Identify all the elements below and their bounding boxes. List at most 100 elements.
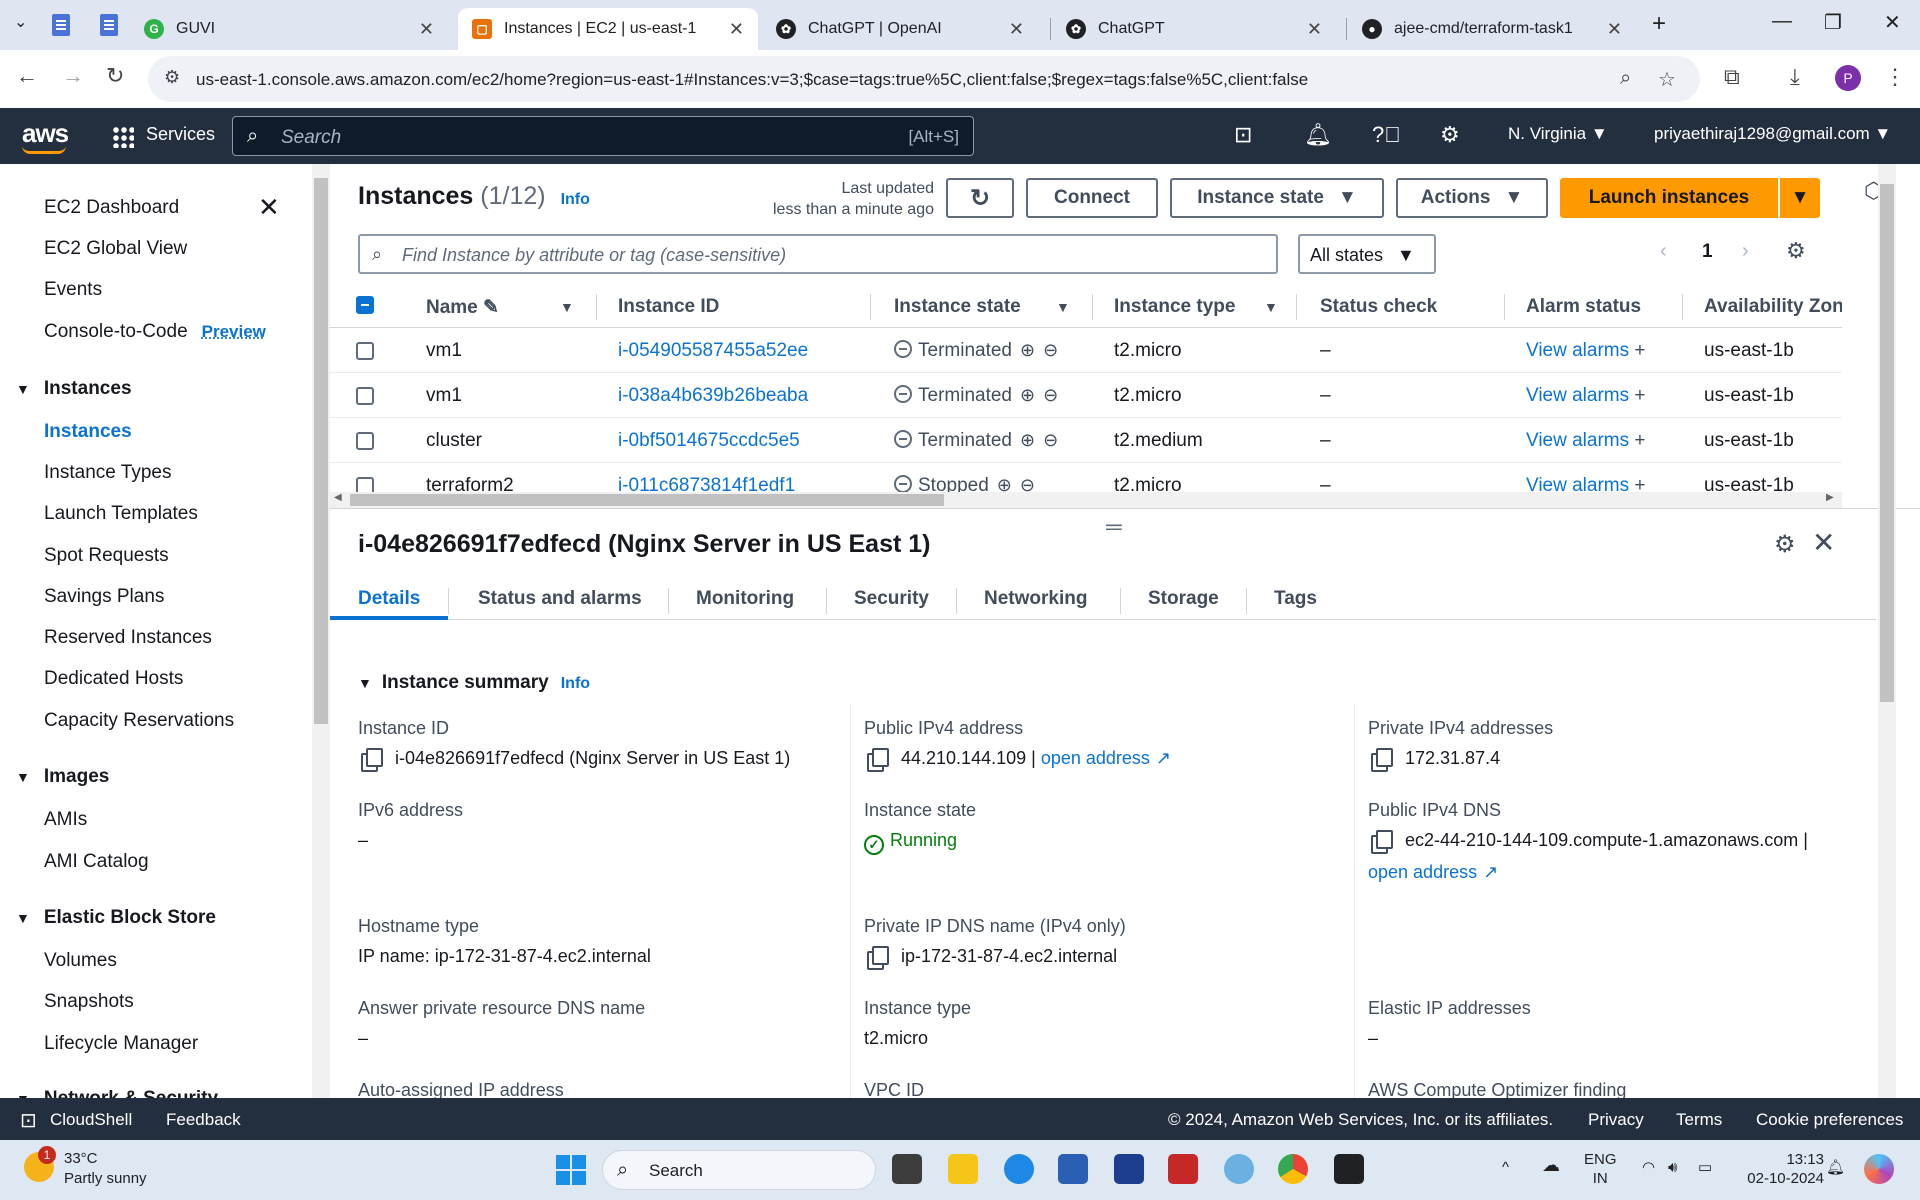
tab-guvi[interactable]: G GUVI ✕ bbox=[130, 8, 448, 50]
close-tab-icon[interactable]: ✕ bbox=[1607, 19, 1622, 40]
terminal-icon[interactable] bbox=[1334, 1154, 1364, 1184]
feedback-link[interactable]: Feedback bbox=[166, 1110, 241, 1130]
sidebar-item-ec2-dashboard[interactable]: EC2 Dashboard bbox=[44, 197, 179, 219]
zoom-out-icon[interactable]: ⊖ bbox=[1043, 430, 1058, 450]
notification-bell-icon[interactable]: 🔔︎ bbox=[1826, 1158, 1845, 1177]
next-page-icon[interactable]: › bbox=[1742, 240, 1749, 263]
close-tab-icon[interactable]: ✕ bbox=[1009, 19, 1024, 40]
cell-alarm-status[interactable]: View alarms + bbox=[1526, 430, 1646, 452]
sidebar-item-events[interactable]: Events bbox=[44, 279, 102, 301]
preferences-gear-icon[interactable]: ⚙ bbox=[1786, 238, 1806, 264]
find-instance-input[interactable]: ⌕ Find Instance by attribute or tag (cas… bbox=[358, 234, 1278, 274]
zoom-in-icon[interactable]: ⊕ bbox=[1020, 385, 1035, 405]
scroll-right-icon[interactable]: ▶ bbox=[1826, 492, 1834, 503]
sidebar-item-reserved-instances[interactable]: Reserved Instances bbox=[44, 627, 212, 649]
cell-instance-id-link[interactable]: i-054905587455a52ee bbox=[618, 340, 808, 362]
scrollbar-thumb[interactable] bbox=[1880, 184, 1894, 702]
cell-alarm-status[interactable]: View alarms + bbox=[1526, 475, 1646, 492]
l-app-icon[interactable] bbox=[1114, 1154, 1144, 1184]
close-window-icon[interactable]: ✕ bbox=[1884, 10, 1901, 35]
language-indicator[interactable]: ENG IN bbox=[1584, 1150, 1617, 1188]
zoom-in-icon[interactable]: ⊕ bbox=[1020, 340, 1035, 360]
help-icon[interactable]: ?⃝ bbox=[1372, 122, 1401, 148]
forward-icon[interactable]: → bbox=[62, 63, 84, 89]
sidebar-item-ami-catalog[interactable]: AMI Catalog bbox=[44, 851, 149, 873]
info-link[interactable]: Info bbox=[561, 675, 590, 692]
column-instance-type[interactable]: Instance type bbox=[1114, 296, 1235, 318]
zoom-out-icon[interactable]: ⊖ bbox=[1020, 475, 1035, 492]
cell-alarm-status[interactable]: View alarms + bbox=[1526, 385, 1646, 407]
tab-status-and-alarms[interactable]: Status and alarms bbox=[478, 588, 642, 610]
copy-icon[interactable] bbox=[872, 946, 889, 965]
new-tab-icon[interactable]: + bbox=[1652, 10, 1666, 38]
column-instance-id[interactable]: Instance ID bbox=[618, 296, 719, 318]
sidebar-item-amis[interactable]: AMIs bbox=[44, 809, 87, 831]
close-tab-icon[interactable]: ✕ bbox=[729, 19, 744, 40]
state-filter-select[interactable]: All states ▼ bbox=[1298, 234, 1436, 274]
tab-storage[interactable]: Storage bbox=[1148, 588, 1219, 610]
column-divider[interactable] bbox=[1504, 294, 1505, 320]
sidebar-item-snapshots[interactable]: Snapshots bbox=[44, 991, 134, 1013]
launch-instances-button[interactable]: Launch instances bbox=[1560, 178, 1778, 218]
sort-caret-icon[interactable]: ▼ bbox=[1264, 299, 1278, 315]
tab-details[interactable]: Details bbox=[358, 588, 420, 610]
tab-security[interactable]: Security bbox=[854, 588, 929, 610]
view-alarms-link[interactable]: View alarms bbox=[1526, 385, 1629, 406]
bookmark-star-icon[interactable]: ☆ bbox=[1658, 67, 1676, 92]
preview-badge[interactable]: Preview bbox=[202, 322, 266, 341]
actions-button[interactable]: Actions ▼ bbox=[1396, 178, 1548, 218]
copy-icon[interactable] bbox=[1376, 830, 1393, 849]
mcafee-icon[interactable] bbox=[1168, 1154, 1198, 1184]
scrollbar-thumb[interactable] bbox=[314, 178, 328, 724]
browser-menu-icon[interactable]: ⋮ bbox=[1884, 64, 1906, 90]
sidebar-section-instances[interactable]: ▼ Instances bbox=[16, 378, 132, 400]
site-info-icon[interactable]: ⚙ bbox=[164, 67, 180, 88]
sidebar-scrollbar[interactable] bbox=[312, 164, 330, 1098]
sidebar-item-capacity-reservations[interactable]: Capacity Reservations bbox=[44, 710, 234, 732]
zoom-out-icon[interactable]: ⊖ bbox=[1043, 385, 1058, 405]
omnibox[interactable]: ⚙ us-east-1.console.aws.amazon.com/ec2/h… bbox=[148, 56, 1700, 102]
edge-browser-icon[interactable] bbox=[1004, 1154, 1034, 1184]
column-name[interactable]: Name ✎ bbox=[426, 296, 499, 319]
windows-start-icon[interactable] bbox=[556, 1155, 586, 1185]
minimize-icon[interactable]: — bbox=[1772, 10, 1792, 33]
zoom-icon[interactable]: ⌕ bbox=[1620, 67, 1631, 90]
sidebar-item-savings-plans[interactable]: Savings Plans bbox=[44, 586, 164, 608]
services-grid-icon[interactable] bbox=[112, 126, 134, 148]
tab-tags[interactable]: Tags bbox=[1274, 588, 1317, 610]
main-vertical-scrollbar[interactable] bbox=[1878, 164, 1896, 1098]
terms-link[interactable]: Terms bbox=[1676, 1110, 1722, 1130]
column-divider[interactable] bbox=[1296, 294, 1297, 320]
zoom-out-icon[interactable]: ⊖ bbox=[1043, 340, 1058, 360]
docs-icon[interactable] bbox=[52, 14, 70, 36]
task-view-icon[interactable] bbox=[892, 1154, 922, 1184]
add-alarm-icon[interactable]: + bbox=[1634, 340, 1645, 361]
back-icon[interactable]: ← bbox=[16, 63, 38, 89]
prev-page-icon[interactable]: ‹ bbox=[1660, 240, 1667, 263]
sidebar-item-lifecycle-manager[interactable]: Lifecycle Manager bbox=[44, 1033, 198, 1055]
select-all-checkbox[interactable] bbox=[356, 296, 374, 314]
volume-icon[interactable]: 🔊︎ bbox=[1668, 1158, 1677, 1177]
settings-gear-icon[interactable]: ⚙ bbox=[1440, 122, 1460, 148]
connect-button[interactable]: Connect bbox=[1026, 178, 1158, 218]
sidebar-item-instances[interactable]: Instances bbox=[44, 421, 132, 443]
close-sidebar-icon[interactable]: ✕ bbox=[258, 192, 280, 223]
close-tab-icon[interactable]: ✕ bbox=[1307, 19, 1322, 40]
open-address-link[interactable]: open address bbox=[1368, 862, 1477, 882]
row-checkbox[interactable] bbox=[356, 432, 374, 450]
sort-caret-icon[interactable]: ▼ bbox=[1056, 299, 1070, 315]
cell-alarm-status[interactable]: View alarms + bbox=[1526, 340, 1646, 362]
chrome-icon[interactable] bbox=[1278, 1154, 1308, 1184]
sidebar-section-images[interactable]: ▼ Images bbox=[16, 766, 109, 788]
sidebar-item-volumes[interactable]: Volumes bbox=[44, 950, 117, 972]
column-divider[interactable] bbox=[1682, 294, 1683, 320]
launch-dropdown-button[interactable]: ▼ bbox=[1780, 178, 1820, 218]
column-alarm-status[interactable]: Alarm status bbox=[1526, 296, 1641, 318]
profile-avatar[interactable]: P bbox=[1835, 65, 1861, 91]
table-row[interactable]: vm1 i-038a4b639b26beaba Terminated ⊕ ⊖ t2.… bbox=[330, 373, 1842, 418]
file-explorer-icon[interactable] bbox=[948, 1154, 978, 1184]
copy-icon[interactable] bbox=[1376, 748, 1393, 767]
copilot-icon[interactable] bbox=[1864, 1154, 1894, 1184]
cloudshell-link[interactable]: CloudShell bbox=[50, 1110, 132, 1130]
sidebar-item-dedicated-hosts[interactable]: Dedicated Hosts bbox=[44, 668, 183, 690]
